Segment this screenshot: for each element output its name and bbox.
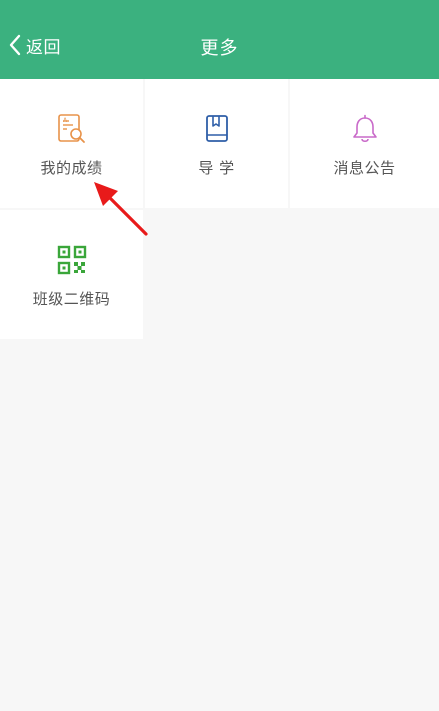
tile-label: 导 学 [198,159,235,177]
qr-code-icon [56,244,88,276]
tile-label: 我的成绩 [40,159,103,177]
tile-guided-study[interactable]: 导 学 [145,79,288,208]
tile-my-scores[interactable]: A 我的成绩 [0,79,143,208]
bell-icon [349,113,381,145]
book-icon [201,113,233,145]
tile-label: 班级二维码 [32,290,111,308]
tile-label: 消息公告 [333,159,396,177]
tile-class-qr-code[interactable]: 班级二维码 [0,210,143,339]
tile-announcements[interactable]: 消息公告 [290,79,439,208]
score-search-icon: A [56,113,88,145]
top-bar: 返回 更多 [0,0,439,79]
page-title: 更多 [200,38,239,59]
